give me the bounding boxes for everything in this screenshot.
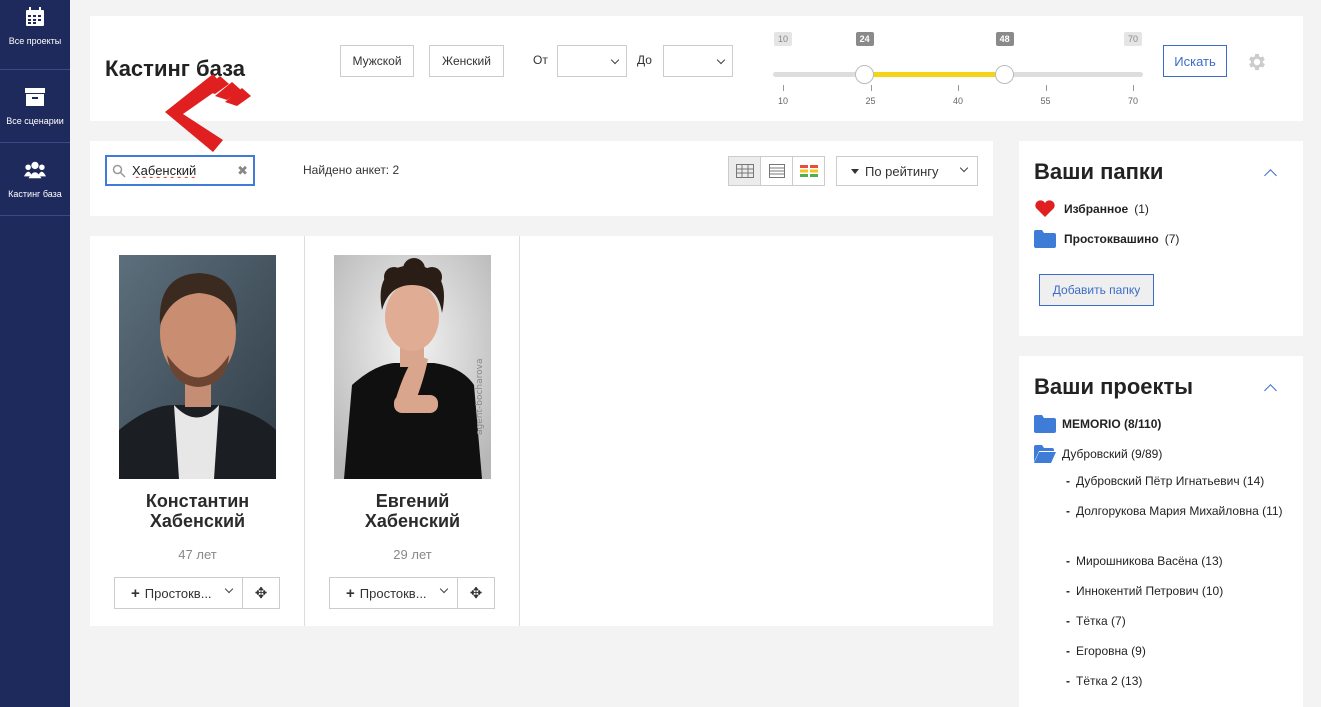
actor-name[interactable]: Евгений Хабенский [305, 491, 520, 531]
move-icon: ✥ [469, 585, 483, 602]
slider-fill [864, 72, 1005, 77]
slider-max-tag: 70 [1124, 32, 1143, 46]
search-header: Кастинг база Мужской Женский От До 10 24… [90, 16, 1303, 121]
actor-photo[interactable] [119, 255, 276, 479]
chevron-down-icon [959, 163, 969, 173]
actor-photo[interactable]: agent-bocharova [334, 255, 491, 479]
collapse-icon[interactable] [1264, 169, 1277, 182]
age-range-slider[interactable]: 10 24 48 70 10 25 40 55 70 [773, 32, 1143, 106]
calendar-icon [24, 6, 46, 28]
role-item[interactable]: - Егоровна (9) [1066, 641, 1291, 661]
search-button[interactable]: Искать [1163, 45, 1227, 77]
project-item-dubrovsky[interactable]: Дубровский (9/89) [1034, 445, 1162, 463]
add-to-folder-select[interactable]: + Простокв... [114, 577, 243, 609]
male-filter-button[interactable]: Мужской [340, 45, 414, 77]
role-item[interactable]: - Долгорукова Мария Михайловна (11) [1066, 501, 1291, 521]
age-from-select[interactable] [557, 45, 627, 77]
plus-icon: + [346, 584, 355, 602]
slider-tick-label: 40 [952, 96, 964, 106]
projects-panel: Ваши проекты MEMORIO (8/110) Дубровский … [1019, 356, 1303, 707]
color-rows-icon [799, 165, 818, 177]
slider-tick [958, 85, 959, 91]
slider-tick [870, 85, 872, 91]
list-view-icon [768, 164, 785, 178]
actor-cards: Константин Хабенский 47 лет + Простокв...… [90, 236, 993, 626]
role-item[interactable]: - Тётка (7) [1066, 611, 1291, 631]
folder-item-prostokvashino[interactable]: Простоквашино (7) [1034, 230, 1179, 248]
move-handle-button[interactable]: ✥ [242, 577, 280, 609]
collapse-icon[interactable] [1264, 384, 1277, 397]
slider-min-tag: 10 [774, 32, 793, 46]
slider-tick [783, 85, 784, 91]
folders-panel: Ваши папки Избранное (1) Простоквашино (7)… [1019, 141, 1303, 336]
chevron-down-icon [224, 584, 234, 594]
sidebar-item-label: Все сценарии [6, 116, 64, 126]
list-view-button[interactable] [760, 156, 793, 186]
heart-icon [1035, 200, 1055, 217]
actor-card[interactable]: agent-bocharova Евгений Хабенский 29 лет … [305, 236, 520, 626]
female-filter-button[interactable]: Женский [429, 45, 504, 77]
actor-age: 47 лет [178, 547, 217, 562]
move-handle-button[interactable]: ✥ [457, 577, 495, 609]
actor-card[interactable]: Константин Хабенский 47 лет + Простокв...… [90, 236, 305, 626]
sidebar-item-label: Все проекты [8, 36, 62, 46]
name-search-input[interactable] [132, 163, 236, 178]
age-to-label: До [637, 53, 652, 67]
grid-view-icon [735, 164, 754, 178]
slider-high-tag: 48 [995, 32, 1014, 46]
users-icon [24, 159, 46, 181]
gear-icon[interactable] [1246, 51, 1268, 73]
chevron-down-icon [439, 584, 449, 594]
sort-select[interactable]: По рейтингу [836, 156, 978, 186]
svg-text:agent-bocharova: agent-bocharova [475, 359, 485, 435]
slider-tick-label: 10 [777, 96, 789, 106]
slider-tick [1133, 85, 1134, 91]
sidebar-item-label: Кастинг база [8, 189, 62, 199]
role-item[interactable]: - Иннокентий Петрович (10) [1066, 581, 1291, 601]
results-count: Найдено анкет: 2 [303, 163, 400, 177]
clear-search-icon[interactable]: ✖ [237, 163, 248, 179]
folder-icon [1034, 415, 1056, 433]
search-icon [112, 164, 126, 178]
folder-icon [1034, 230, 1056, 248]
project-item-memorio[interactable]: MEMORIO (8/110) [1034, 415, 1161, 433]
view-mode-group [728, 156, 825, 186]
role-item[interactable]: - Тётка 2 (13) [1066, 671, 1291, 691]
sidebar-item-all-scenarios[interactable]: Все сценарии [0, 70, 70, 143]
role-item[interactable]: - Дубровский Пётр Игнатьевич (14) [1066, 471, 1291, 491]
color-view-button[interactable] [792, 156, 825, 186]
folder-open-icon [1034, 445, 1056, 463]
archive-icon [24, 86, 46, 108]
sidebar: Все проекты Все сценарии Кастинг база [0, 0, 70, 707]
folders-panel-title: Ваши папки [1034, 159, 1164, 184]
age-from-label: От [533, 53, 548, 67]
slider-tick-label: 70 [1127, 96, 1139, 106]
chevron-down-icon [610, 55, 620, 64]
sidebar-item-all-projects[interactable]: Все проекты [0, 0, 70, 70]
sidebar-item-casting-base[interactable]: Кастинг база [0, 143, 70, 216]
actor-age: 29 лет [393, 547, 432, 562]
role-item[interactable]: - Мирошникова Васёна (13) [1066, 551, 1291, 571]
grid-view-button[interactable] [728, 156, 761, 186]
slider-low-tag: 24 [855, 32, 874, 46]
chevron-down-icon [716, 55, 726, 64]
add-to-folder-select[interactable]: + Простокв... [329, 577, 458, 609]
plus-icon: + [131, 584, 140, 602]
folder-select-label: Простокв... [359, 585, 427, 601]
pointer-arrow-icon [165, 74, 251, 152]
slider-tick-label: 25 [865, 96, 876, 106]
folder-item-favorites[interactable]: Избранное (1) [1034, 200, 1149, 218]
slider-tick-label: 55 [1040, 96, 1051, 106]
age-to-select[interactable] [663, 45, 733, 77]
add-folder-button[interactable]: Добавить папку [1039, 274, 1154, 306]
folder-select-label: Простокв... [144, 585, 212, 601]
move-icon: ✥ [254, 585, 268, 602]
sort-label: По рейтингу [865, 163, 939, 179]
slider-high-handle[interactable] [995, 65, 1015, 84]
projects-panel-title: Ваши проекты [1034, 374, 1194, 399]
actor-name[interactable]: Константин Хабенский [90, 491, 305, 531]
slider-low-handle[interactable] [855, 65, 875, 84]
slider-tick [1045, 85, 1047, 91]
caret-down-icon [851, 168, 859, 174]
